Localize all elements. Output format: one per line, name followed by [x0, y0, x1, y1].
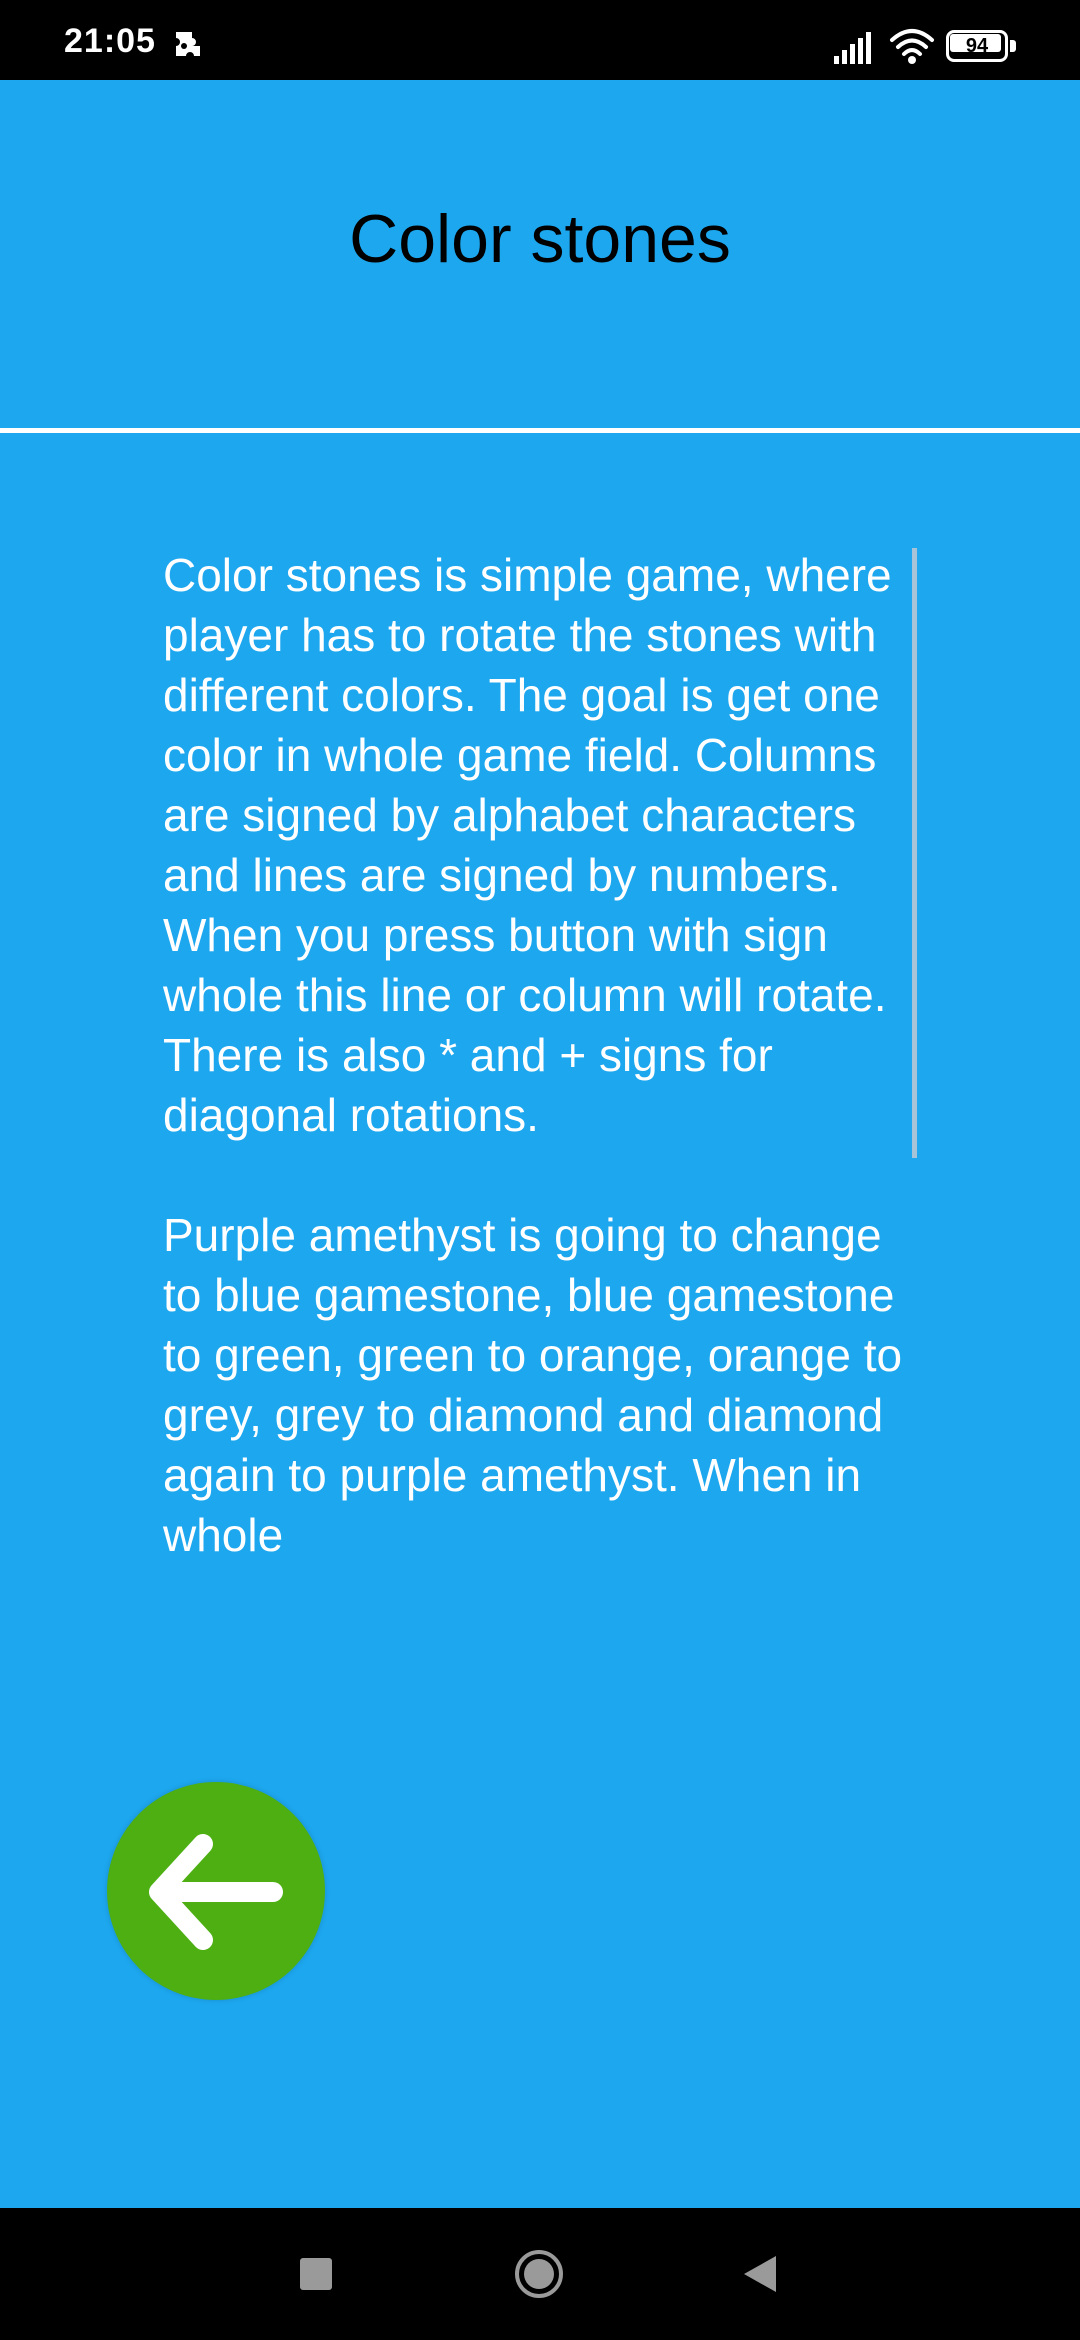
- battery-indicator: 94: [946, 30, 1018, 64]
- arrow-left-icon: [145, 1830, 287, 1954]
- triangle-back-icon[interactable]: [742, 2254, 778, 2294]
- header-divider: [0, 428, 1080, 433]
- description-scroll-view[interactable]: Color stones is simple game, where playe…: [163, 545, 923, 1613]
- puzzle-app-icon: [168, 28, 206, 66]
- status-bar: 21:05 94: [0, 0, 1080, 80]
- circle-home-icon[interactable]: [513, 2248, 565, 2300]
- wifi-icon: [888, 26, 936, 66]
- battery-level: 94: [965, 35, 989, 57]
- square-recents-icon[interactable]: [300, 2258, 332, 2290]
- description-paragraph-1: Color stones is simple game, where playe…: [163, 549, 892, 1141]
- navigation-bar: [0, 2208, 1080, 2340]
- description-paragraph-2: Purple amethyst is going to change to bl…: [163, 1209, 903, 1561]
- status-time: 21:05: [64, 22, 156, 60]
- back-button[interactable]: [107, 1782, 325, 2000]
- cellular-signal-icon: [832, 30, 876, 66]
- battery-tip: [1010, 40, 1016, 52]
- page-title: Color stones: [349, 201, 731, 277]
- scrollbar-thumb[interactable]: [912, 548, 917, 1158]
